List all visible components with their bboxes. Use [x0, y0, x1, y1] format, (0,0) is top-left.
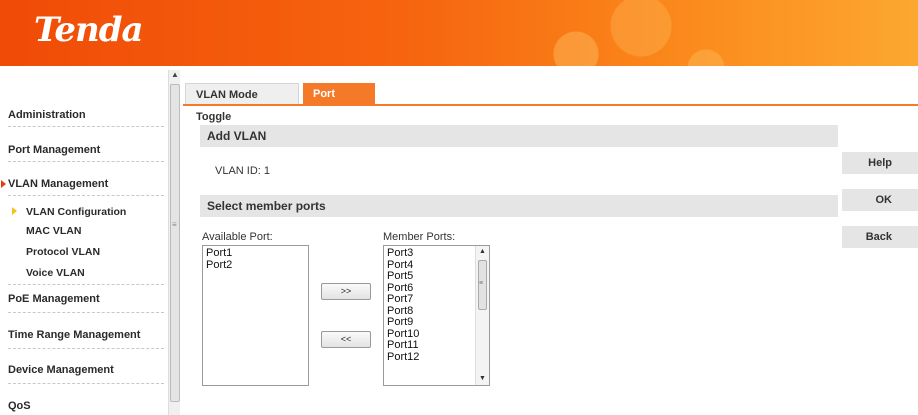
member-list-scrollbar[interactable]: ▲ ≡ ▼	[475, 246, 489, 385]
sidebar-item-poe-management[interactable]: PoE Management	[8, 293, 164, 305]
remove-port-button[interactable]: <<	[321, 331, 371, 348]
grip-icon: ≡	[479, 280, 484, 287]
available-port-list[interactable]: Port1 Port2	[202, 245, 309, 386]
list-item[interactable]: Port2	[206, 259, 305, 272]
ok-button[interactable]: OK	[842, 189, 918, 211]
sidebar-subitem-protocol-vlan[interactable]: Protocol VLAN	[26, 246, 100, 258]
sidebar-divider	[8, 161, 164, 162]
scroll-down-icon[interactable]: ▼	[476, 373, 489, 385]
sidebar-item-vlan-management[interactable]: VLAN Management	[8, 178, 164, 190]
tab-port-vlan[interactable]: Port VLAN	[303, 83, 375, 122]
sidebar-divider	[8, 312, 164, 313]
section-title-member-ports: Select member ports	[200, 195, 838, 217]
list-item[interactable]: Port7	[387, 293, 486, 306]
list-item[interactable]: Port11	[387, 339, 486, 352]
active-arrow-icon	[1, 180, 6, 188]
scrollbar-thumb[interactable]	[170, 84, 180, 402]
vlan-id-text: VLAN ID: 1	[215, 165, 271, 177]
list-item[interactable]: Port9	[387, 316, 486, 329]
sidebar-subitem-vlan-configuration[interactable]: VLAN Configuration	[26, 206, 126, 218]
section-title-add-vlan: Add VLAN	[200, 125, 838, 147]
back-button[interactable]: Back	[842, 226, 918, 248]
member-port-list[interactable]: Port3 Port4 Port5 Port6 Port7 Port8 Port9 Port1…	[383, 245, 490, 386]
tab-underline	[183, 104, 918, 106]
list-item[interactable]: Port1	[206, 247, 305, 260]
available-port-label: Available Port:	[202, 231, 273, 243]
tab-vlan-mode-toggle[interactable]: VLAN Mode Toggle	[185, 83, 299, 123]
list-item[interactable]: Port12	[387, 351, 486, 364]
tenda-logo: Tenda	[34, 10, 144, 50]
header-banner: Tenda	[0, 0, 918, 66]
sidebar-divider	[8, 284, 164, 285]
list-item[interactable]: Port5	[387, 270, 486, 283]
add-port-button[interactable]: >>	[321, 283, 371, 300]
sidebar-item-device-management[interactable]: Device Management	[8, 364, 164, 376]
sidebar-item-port-management[interactable]: Port Management	[8, 144, 164, 156]
selected-arrow-icon	[12, 207, 17, 215]
sidebar-subitem-voice-vlan[interactable]: Voice VLAN	[26, 267, 85, 279]
scroll-up-icon[interactable]: ▲	[476, 246, 489, 258]
sidebar-divider	[8, 195, 164, 196]
sidebar-divider	[8, 126, 164, 127]
sidebar-item-administration[interactable]: Administration	[8, 109, 164, 121]
scroll-up-icon[interactable]: ▲	[169, 70, 181, 82]
sidebar-subitem-mac-vlan[interactable]: MAC VLAN	[26, 225, 81, 237]
sidebar: Administration Port Management VLAN Mana…	[0, 70, 168, 415]
grip-icon: ≡	[172, 220, 177, 229]
sidebar-item-time-range-management[interactable]: Time Range Management	[8, 329, 164, 341]
help-button[interactable]: Help	[842, 152, 918, 174]
sidebar-divider	[8, 383, 164, 384]
sidebar-scrollbar[interactable]: ▲ ≡	[168, 70, 180, 415]
sidebar-divider	[8, 348, 164, 349]
sidebar-item-qos[interactable]: QoS	[8, 400, 164, 412]
list-item[interactable]: Port3	[387, 247, 486, 260]
member-ports-label: Member Ports:	[383, 231, 456, 243]
